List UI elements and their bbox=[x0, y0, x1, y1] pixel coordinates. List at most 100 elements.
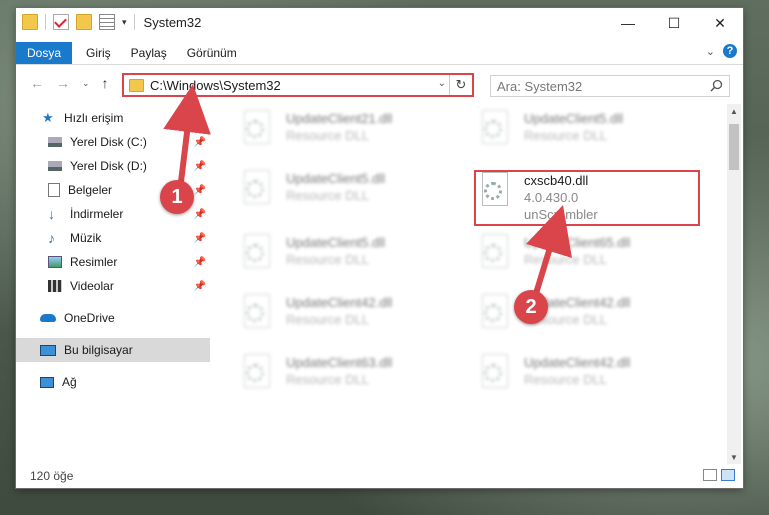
download-icon: ↓ bbox=[48, 206, 55, 222]
address-bar[interactable]: C:\Windows\System32 ⌄ ↻ bbox=[122, 73, 474, 97]
sidebar-item-label: OneDrive bbox=[64, 311, 115, 325]
list-item[interactable]: UpdateClient5.dll Resource DLL bbox=[478, 110, 698, 154]
toolbar-separator bbox=[133, 14, 135, 30]
forward-arrow-icon[interactable]: → bbox=[56, 75, 70, 91]
scroll-down-arrow-icon[interactable]: ▼ bbox=[727, 450, 741, 464]
file-type: Resource DLL bbox=[286, 188, 370, 203]
address-path[interactable]: C:\Windows\System32 bbox=[150, 78, 281, 93]
tab-home[interactable]: Giriş bbox=[86, 46, 111, 60]
quick-access-toolbar: ▾ System32 bbox=[22, 14, 201, 30]
list-item[interactable]: UpdateClient21.dll Resource DLL bbox=[240, 110, 460, 154]
dll-file-icon bbox=[240, 170, 276, 206]
tab-share[interactable]: Paylaş bbox=[131, 46, 167, 60]
file-type: Resource DLL bbox=[524, 252, 608, 267]
highlight-box-file bbox=[474, 170, 700, 226]
sidebar-item-pictures[interactable]: Resimler 📌 bbox=[16, 250, 210, 274]
dll-file-icon bbox=[240, 234, 276, 270]
file-name: UpdateClient5.dll bbox=[286, 235, 386, 250]
vertical-scrollbar[interactable]: ▲ ▼ bbox=[727, 104, 741, 464]
new-folder-icon[interactable] bbox=[76, 14, 92, 30]
pin-icon[interactable]: 📌 bbox=[194, 161, 206, 172]
list-item[interactable]: UpdateClient5.dll Resource DLL bbox=[240, 234, 460, 278]
folder-icon bbox=[22, 14, 38, 30]
dll-file-icon bbox=[478, 110, 514, 146]
list-item[interactable]: UpdateClient42.dll Resource DLL bbox=[240, 294, 460, 338]
file-type: Resource DLL bbox=[524, 372, 608, 387]
sidebar-item-label: Belgeler bbox=[68, 183, 113, 197]
annotation-badge-2: 2 bbox=[514, 290, 548, 324]
dll-file-icon bbox=[478, 354, 514, 390]
up-arrow-icon[interactable]: ↑ bbox=[102, 75, 109, 91]
minimize-button[interactable]: — bbox=[605, 8, 651, 38]
list-item[interactable]: UpdateClient63.dll Resource DLL bbox=[240, 354, 460, 398]
help-icon[interactable]: ? bbox=[723, 44, 737, 58]
customize-qat-arrow-icon[interactable]: ▾ bbox=[122, 17, 127, 28]
dll-file-icon bbox=[478, 234, 514, 270]
scrollbar-thumb[interactable] bbox=[729, 124, 739, 170]
maximize-button[interactable]: ☐ bbox=[651, 8, 697, 38]
sidebar-item-label: Yerel Disk (D:) bbox=[70, 159, 147, 173]
address-dropdown-chevron-icon[interactable]: ⌄ bbox=[438, 78, 446, 89]
recent-locations-chevron-icon[interactable]: ⌄ bbox=[82, 78, 90, 89]
dll-file-icon bbox=[240, 294, 276, 330]
sidebar-item-label: Videolar bbox=[70, 279, 114, 293]
details-view-icon[interactable] bbox=[703, 469, 717, 481]
properties-icon[interactable] bbox=[99, 14, 115, 30]
navigation-pane: ★ Hızlı erişim Yerel Disk (C:) 📌 Yerel D… bbox=[16, 104, 210, 460]
pin-icon[interactable]: 📌 bbox=[194, 257, 206, 268]
scroll-up-arrow-icon[interactable]: ▲ bbox=[727, 104, 741, 118]
pin-icon[interactable]: 📌 bbox=[194, 137, 206, 148]
sidebar-item-label: İndirmeler bbox=[70, 207, 124, 221]
tab-view[interactable]: Görünüm bbox=[187, 46, 237, 60]
sidebar-item-local-disk-d[interactable]: Yerel Disk (D:) 📌 bbox=[16, 154, 210, 178]
annotation-badge-1: 1 bbox=[160, 180, 194, 214]
sidebar-item-label: Resimler bbox=[70, 255, 118, 269]
list-item[interactable]: UpdateClient65.dll Resource DLL bbox=[478, 234, 698, 278]
drive-icon bbox=[48, 137, 62, 147]
file-list: UpdateClient21.dll Resource DLL UpdateCli… bbox=[212, 104, 724, 460]
pin-icon[interactable]: 📌 bbox=[194, 281, 206, 292]
expand-ribbon-chevron-icon[interactable]: ⌄ bbox=[706, 45, 715, 58]
sidebar-item-music[interactable]: ♪ Müzik 📌 bbox=[16, 226, 210, 250]
file-name: UpdateClient65.dll bbox=[524, 235, 631, 250]
music-icon: ♪ bbox=[48, 230, 55, 246]
refresh-icon[interactable]: ↻ bbox=[449, 75, 472, 95]
sidebar-item-network[interactable]: Ağ bbox=[16, 370, 210, 394]
folder-icon bbox=[129, 78, 144, 92]
window-controls: — ☐ ✕ bbox=[605, 8, 743, 38]
list-item[interactable]: UpdateClient42.dll Resource DLL bbox=[478, 294, 698, 338]
search-icon bbox=[710, 79, 723, 92]
search-placeholder: Ara: System32 bbox=[497, 78, 583, 94]
file-type: Resource DLL bbox=[524, 128, 608, 143]
file-type: Resource DLL bbox=[286, 128, 370, 143]
large-icons-view-icon[interactable] bbox=[721, 469, 735, 481]
close-button[interactable]: ✕ bbox=[697, 8, 743, 38]
list-item[interactable]: UpdateClient5.dll Resource DLL bbox=[240, 170, 460, 214]
sidebar-item-quick-access[interactable]: ★ Hızlı erişim bbox=[16, 106, 210, 130]
pin-icon[interactable]: 📌 bbox=[194, 185, 206, 196]
pin-icon[interactable]: 📌 bbox=[194, 209, 206, 220]
back-arrow-icon[interactable]: ← bbox=[30, 75, 44, 91]
properties-check-icon[interactable] bbox=[53, 14, 69, 30]
list-item[interactable]: UpdateClient42.dll Resource DLL bbox=[478, 354, 698, 398]
sidebar-item-this-pc[interactable]: Bu bilgisayar bbox=[16, 338, 210, 362]
file-type: Resource DLL bbox=[286, 312, 370, 327]
dll-file-icon bbox=[240, 110, 276, 146]
pictures-icon bbox=[48, 256, 62, 268]
sidebar-item-label: Müzik bbox=[70, 231, 102, 245]
file-name: UpdateClient21.dll bbox=[286, 111, 393, 126]
sidebar-item-local-disk-c[interactable]: Yerel Disk (C:) 📌 bbox=[16, 130, 210, 154]
search-input[interactable]: Ara: System32 bbox=[490, 75, 730, 97]
network-icon bbox=[40, 376, 54, 388]
pin-icon[interactable]: 📌 bbox=[194, 233, 206, 244]
tab-file[interactable]: Dosya bbox=[16, 42, 72, 64]
toolbar-separator bbox=[45, 14, 46, 30]
file-name: UpdateClient5.dll bbox=[286, 171, 386, 186]
status-bar: 120 öğe bbox=[16, 464, 743, 488]
sidebar-item-onedrive[interactable]: OneDrive bbox=[16, 306, 210, 330]
video-icon bbox=[48, 280, 62, 292]
sidebar-item-videos[interactable]: Videolar 📌 bbox=[16, 274, 210, 298]
ribbon-tabs: Dosya Giriş Paylaş Görünüm ⌄ ? bbox=[16, 42, 743, 65]
computer-icon bbox=[40, 344, 56, 356]
dll-file-icon bbox=[478, 294, 514, 330]
